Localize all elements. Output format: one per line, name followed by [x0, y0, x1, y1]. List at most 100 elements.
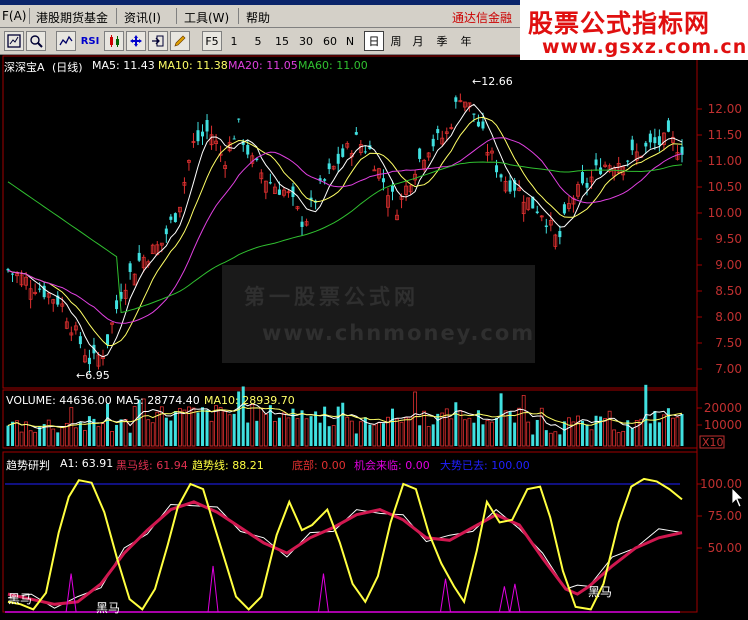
period-n[interactable]: N [342, 31, 358, 51]
volume-bar [33, 431, 38, 447]
volume-bar [169, 420, 173, 446]
volume-bar [354, 433, 358, 446]
volume-bar [250, 404, 255, 447]
volume-bar [60, 426, 65, 447]
volume-bar [101, 423, 105, 447]
f5-button[interactable]: F5 [202, 31, 222, 51]
volume-bar [146, 419, 151, 447]
pencil-icon[interactable] [170, 31, 190, 51]
candle-body [418, 148, 422, 159]
heima-label: 黑马线: 61.94 [116, 459, 188, 472]
volume-bar [155, 411, 160, 447]
period-month[interactable]: 月 [408, 31, 428, 51]
volume-bar [653, 410, 657, 446]
candle-body [354, 132, 358, 135]
menu-tools[interactable]: 工具(W) [184, 9, 229, 26]
volume-bar [372, 424, 377, 447]
volume-bar [626, 420, 630, 446]
zoom-icon[interactable] [26, 31, 46, 51]
chance-signal [439, 578, 451, 613]
volume-bar [246, 422, 250, 446]
volume-bar [630, 427, 634, 446]
volume-bar [323, 406, 327, 446]
candle-body [38, 288, 42, 290]
menu-info[interactable]: 资讯(I) [124, 9, 161, 26]
kline-icon[interactable] [56, 31, 76, 51]
volume-bar [422, 410, 427, 447]
period-1min[interactable]: 1 [226, 31, 242, 51]
volume-bar [110, 431, 114, 447]
window-icon[interactable] [4, 31, 24, 51]
volume-bar [106, 403, 110, 446]
volume-bar [227, 414, 232, 447]
price-axis-label: 8.00 [715, 310, 742, 324]
indicator-lines [5, 477, 683, 613]
period-5min[interactable]: 5 [250, 31, 266, 51]
exit-icon[interactable] [148, 31, 168, 51]
price-axis-label: 12.00 [708, 102, 742, 116]
volume-bar [196, 412, 200, 446]
ma10-label: MA10: 11.38 [158, 59, 228, 72]
menu-separator [116, 8, 117, 24]
candle-body [653, 137, 657, 144]
period-60min[interactable]: 60 [320, 31, 340, 51]
volume-bar [82, 430, 87, 447]
period-year[interactable]: 年 [456, 31, 476, 51]
candle-body [481, 121, 485, 129]
candle-body [169, 216, 173, 220]
volume-bar [657, 422, 661, 446]
volume-bar [377, 422, 381, 447]
volume-bar [132, 406, 137, 447]
max-price-label: ←12.66 [472, 75, 513, 88]
volume-bar [177, 408, 182, 447]
period-week[interactable]: 周 [386, 31, 406, 51]
candlestick-icon[interactable] [104, 31, 124, 51]
volume-bar [232, 413, 236, 446]
menu-help[interactable]: 帮助 [246, 9, 270, 26]
price-axis-label: 11.00 [708, 154, 742, 168]
candle-body [6, 268, 10, 271]
chance-signal [207, 565, 219, 613]
price-axis-label: 7.00 [715, 362, 742, 376]
volume-bar [223, 410, 228, 447]
volume-bar [576, 415, 580, 447]
banner-url: www.gsxz.com.cn [542, 36, 748, 58]
heima-mark: 黑马 [96, 601, 121, 615]
volume-bar [209, 420, 214, 447]
menu-file[interactable]: F(A) [2, 9, 26, 23]
period-day[interactable]: 日 [364, 31, 384, 51]
volume-bar [345, 416, 350, 447]
period-label: (日线) [52, 61, 83, 74]
volume-bar [562, 421, 566, 446]
volume-bar [548, 432, 553, 447]
volume-bar [19, 431, 24, 447]
volume-bar [413, 391, 418, 447]
volume-bar [594, 415, 598, 446]
candle-body [648, 133, 652, 143]
volume-ma10-label: MA10: 28939.70 [204, 394, 295, 407]
volume-bar [205, 409, 209, 446]
volume-bar [499, 393, 503, 446]
rsi-button[interactable]: RSI [78, 31, 102, 51]
candle-body [508, 180, 512, 192]
move-icon[interactable] [126, 31, 146, 51]
candle-body [666, 120, 670, 132]
volume-bar [399, 421, 404, 447]
period-30min[interactable]: 30 [296, 31, 316, 51]
indicator-name: 趋势研判 [6, 459, 50, 472]
volume-bar [472, 422, 476, 446]
price-axis-label: 9.50 [715, 232, 742, 246]
menu-hk-futures[interactable]: 港股期货基金 [36, 9, 108, 26]
indicator-axis-label: 100.00 [700, 477, 742, 491]
menu-separator [238, 8, 239, 24]
volume-bar [28, 430, 33, 447]
volume-bar [6, 425, 10, 446]
period-quarter[interactable]: 季 [432, 31, 452, 51]
volume-axis-label: 20000 [704, 401, 742, 415]
ma60-label: MA60: 11.00 [298, 59, 368, 72]
bottom-label: 底部: 0.00 [292, 459, 346, 472]
candle-body [372, 169, 377, 172]
volume-bar [589, 429, 594, 447]
candle-body [196, 130, 200, 142]
period-15min[interactable]: 15 [272, 31, 292, 51]
